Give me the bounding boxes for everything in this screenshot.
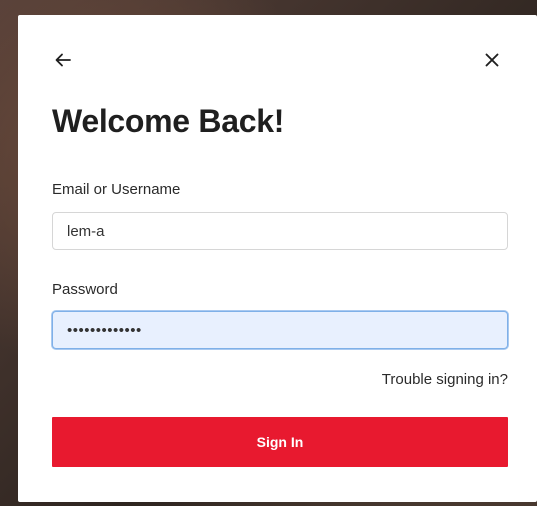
sign-in-button[interactable]: Sign In — [52, 417, 508, 467]
email-label: Email or Username — [52, 181, 181, 198]
trouble-signing-in-link[interactable]: Trouble signing in? — [382, 371, 508, 388]
close-icon[interactable] — [478, 46, 506, 74]
arrow-left-icon[interactable] — [49, 46, 77, 74]
email-field[interactable] — [52, 212, 508, 250]
login-modal: Welcome Back! Email or Username Password… — [18, 15, 537, 502]
password-label: Password — [52, 281, 118, 298]
modal-title: Welcome Back! — [52, 103, 285, 139]
password-field[interactable] — [52, 311, 508, 349]
